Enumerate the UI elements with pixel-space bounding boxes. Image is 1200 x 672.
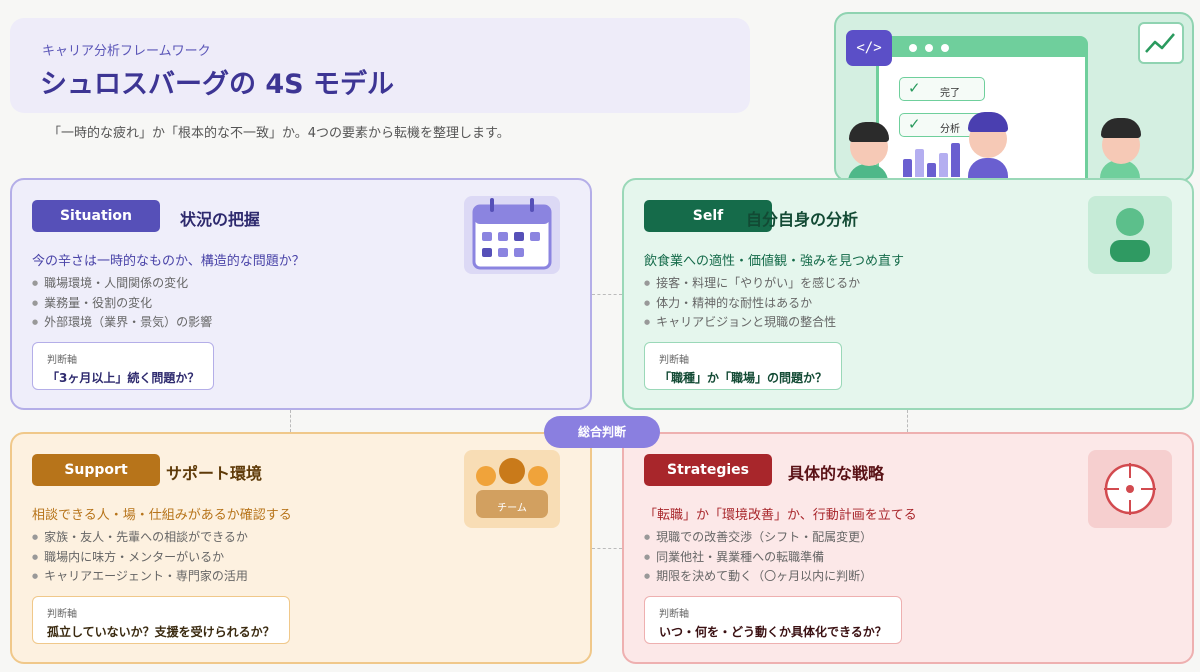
situation-lead: 今の辛さは一時的なものか、構造的な問題か？ [32,254,305,269]
chart-bar-icon [951,143,960,177]
trend-chart-icon [1138,22,1184,64]
strategies-items: 現職での改善交渉（シフト・配属変更） 同業他社・異業種への転職準備 期限を決めて… [644,528,872,587]
list-item: 期限を決めて動く（〇ヶ月以内に判断） [644,567,872,587]
team-icon-label: チーム [497,503,527,514]
self-items: 接客・料理に「やりがい」を感じるか 体力・精神的な耐性はあるか キャリアビジョン… [644,274,860,333]
list-item: 家族・友人・先輩への相談ができるか [32,528,248,548]
list-item: キャリアビジョンと現職の整合性 [644,313,860,333]
list-item: 職場環境・人間関係の変化 [32,274,212,294]
card-support: Support サポート環境 相談できる人・場・仕組みがあるか確認する 家族・友… [10,432,592,664]
situation-judge-box: 判断軸 「3ヶ月以上」続く問題か？ [32,342,215,390]
strategies-judge-box: 判断軸 いつ・何を・どう動くか具体化できるか？ [644,596,902,644]
list-item: 職場内に味方・メンターがいるか [32,548,248,568]
hero-illustration: ✓ 完了 ✓ 分析 </> [834,12,1194,182]
judge-value: 「3ヶ月以上」続く問題か？ [47,371,200,385]
situation-items: 職場環境・人間関係の変化 業務量・役割の変化 外部環境（業界・景気）の影響 [32,274,212,333]
calendar-icon [464,196,560,274]
title-panel: キャリア分析フレームワーク シュロスバーグの 4S モデル [10,18,750,113]
self-heading: 自分自身の分析 [746,210,859,229]
check-item-label: 完了 [940,88,960,99]
judge-value: 「職種」か「職場」の問題か？ [659,371,828,385]
chart-bar-icon [915,149,924,177]
support-heading: サポート環境 [166,464,263,483]
judge-label: 判断軸 [47,609,77,620]
strategies-heading: 具体的な戦略 [788,464,885,483]
chart-bar-icon [927,163,936,177]
compass-icon [1088,450,1172,528]
connector-line [592,548,622,549]
strategies-lead: 「転職」か「環境改善」か、行動計画を立てる [644,508,917,523]
window-dot [925,44,933,52]
check-icon: ✓ [908,79,921,97]
team-icon: チーム [464,450,560,528]
window-bar [879,39,1085,57]
self-lead: 飲食業への適性・価値観・強みを見つめ直す [644,254,905,269]
list-item: 体力・精神的な耐性はあるか [644,294,860,314]
check-icon: ✓ [908,115,921,133]
judge-label: 判断軸 [47,355,77,366]
connector-line [592,294,622,295]
self-judge-box: 判断軸 「職種」か「職場」の問題か？ [644,342,843,390]
card-situation: Situation 状況の把握 今の辛さは一時的なものか、構造的な問題か？ 職場… [10,178,592,410]
card-strategies: Strategies 具体的な戦略 「転職」か「環境改善」か、行動計画を立てる … [622,432,1194,664]
list-item: 外部環境（業界・景気）の影響 [32,313,212,333]
list-item: キャリアエージェント・専門家の活用 [32,567,248,587]
person-icon [1088,196,1172,274]
card-self: Self 自分自身の分析 飲食業への適性・価値観・強みを見つめ直す 接客・料理に… [622,178,1194,410]
situation-tag: Situation [32,200,160,232]
support-tag: Support [32,454,160,486]
situation-heading: 状況の把握 [180,210,261,229]
page-subtitle: 「一時的な疲れ」か「根本的な不一致」か。4つの要素から転機を整理します。 [48,126,510,141]
list-item: 同業他社・異業種への転職準備 [644,548,872,568]
support-lead: 相談できる人・場・仕組みがあるか確認する [32,508,292,523]
support-items: 家族・友人・先輩への相談ができるか 職場内に味方・メンターがいるか キャリアエー… [32,528,248,587]
window-dot [941,44,949,52]
connector-line [290,410,291,432]
list-item: 業務量・役割の変化 [32,294,212,314]
overall-judgment-badge: 総合判断 [544,416,660,448]
list-item: 接客・料理に「やりがい」を感じるか [644,274,860,294]
eyebrow-label: キャリア分析フレームワーク [42,44,211,59]
strategies-tag: Strategies [644,454,772,486]
judge-label: 判断軸 [659,355,689,366]
page-title: シュロスバーグの 4S モデル [40,69,395,100]
support-judge-box: 判断軸 孤立していないか？支援を受けられるか？ [32,596,290,644]
window-dot [909,44,917,52]
chart-bar-icon [903,159,912,177]
judge-label: 判断軸 [659,609,689,620]
judge-value: 孤立していないか？支援を受けられるか？ [47,625,275,639]
list-item: 現職での改善交渉（シフト・配属変更） [644,528,872,548]
check-item: ✓ 完了 [899,77,985,101]
chart-bar-icon [939,153,948,177]
judge-value: いつ・何を・どう動くか具体化できるか？ [659,625,887,639]
connector-line [907,410,908,432]
check-item-label: 分析 [940,124,960,135]
code-icon: </> [846,30,892,66]
